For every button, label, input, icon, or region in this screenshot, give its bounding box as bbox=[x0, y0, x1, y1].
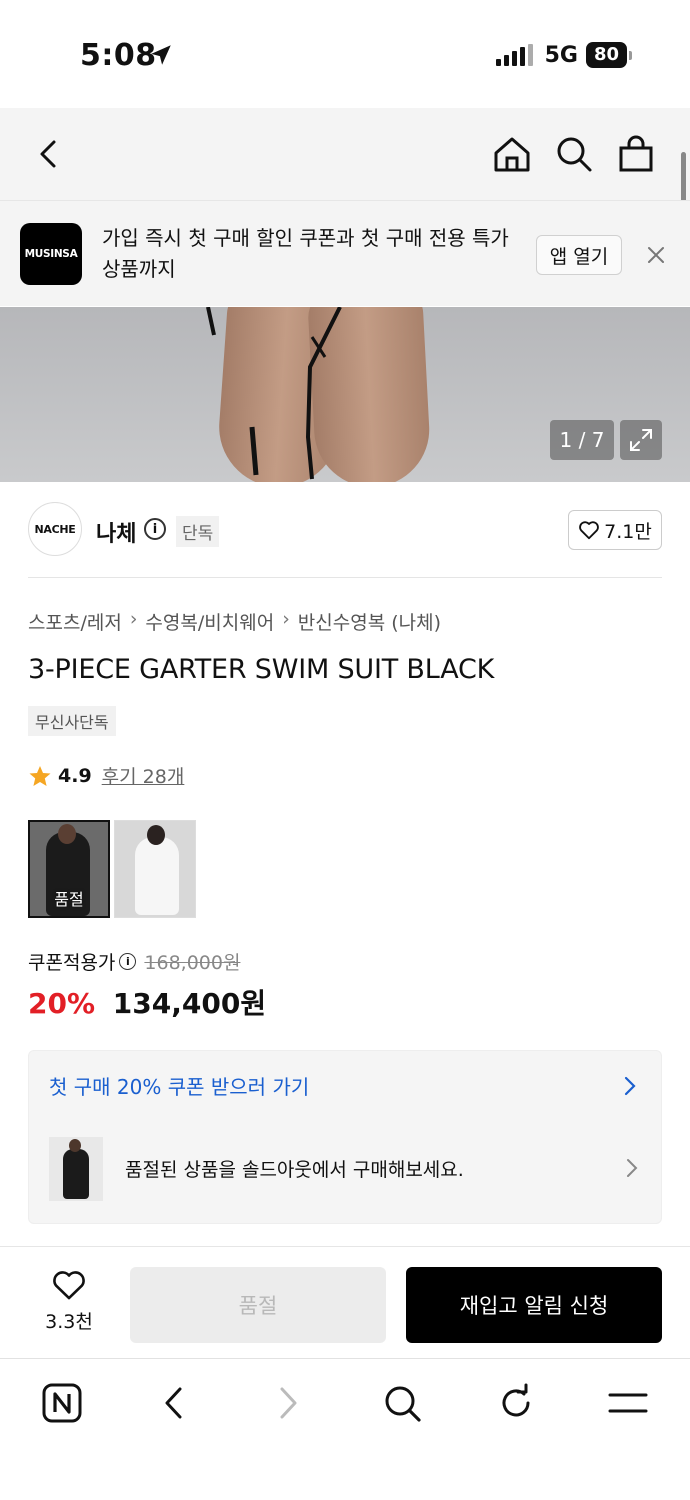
soldout-overlay: 품절 bbox=[54, 890, 84, 909]
price-label-row: 쿠폰적용가 i 168,000원 bbox=[28, 948, 240, 975]
original-price: 168,000원 bbox=[144, 952, 241, 974]
search-icon[interactable] bbox=[380, 1381, 424, 1425]
shopping-bag-icon[interactable] bbox=[616, 134, 656, 174]
color-option-white[interactable] bbox=[114, 820, 196, 918]
chevron-right-icon bbox=[625, 1157, 639, 1183]
location-arrow-icon bbox=[151, 45, 171, 65]
menu-icon[interactable] bbox=[606, 1381, 650, 1425]
close-icon[interactable] bbox=[644, 243, 668, 267]
open-app-button[interactable]: 앱 열기 bbox=[536, 235, 622, 275]
rating: 4.9 후기 28개 bbox=[28, 762, 184, 789]
reviews-link[interactable]: 후기 28개 bbox=[102, 762, 185, 789]
brand-name[interactable]: 나체 bbox=[96, 516, 136, 548]
nav-actions bbox=[492, 134, 656, 174]
price-row: 20% 134,400원 bbox=[28, 982, 266, 1022]
brand-logo[interactable]: NACHE bbox=[28, 502, 82, 556]
soldout-button[interactable]: 품절 bbox=[130, 1267, 386, 1343]
purchase-bar: 3.3천 품절 재입고 알림 신청 bbox=[0, 1246, 690, 1358]
final-price: 134,400원 bbox=[112, 987, 267, 1020]
chevron-right-icon: › bbox=[129, 608, 138, 630]
breadcrumb-item[interactable]: 수영복/비치웨어 bbox=[145, 608, 274, 635]
discount-rate: 20% bbox=[28, 987, 96, 1020]
coupon-price-label: 쿠폰적용가 bbox=[28, 952, 116, 974]
heart-icon bbox=[53, 1271, 85, 1300]
app-banner: MUSINSA 가입 즉시 첫 구매 할인 쿠폰과 첫 구매 전용 특가 상품까… bbox=[0, 200, 690, 306]
exclusive-tag: 무신사단독 bbox=[28, 706, 116, 736]
signal-icon bbox=[495, 44, 533, 66]
top-nav bbox=[0, 108, 690, 200]
breadcrumb: 스포츠/레저 › 수영복/비치웨어 › 반신수영복 (나체) bbox=[28, 608, 441, 635]
brand-like-button[interactable]: 7.1만 bbox=[568, 510, 662, 550]
product-image[interactable]: 1 / 7 bbox=[0, 307, 690, 482]
battery-level: 80 bbox=[585, 42, 627, 68]
brand-exclusive-tag: 단독 bbox=[176, 516, 220, 547]
info-icon[interactable]: i bbox=[144, 518, 166, 540]
brand-row: NACHE 나체 i 단독 7.1만 bbox=[28, 502, 662, 578]
image-counter: 1 / 7 bbox=[550, 420, 614, 460]
refresh-icon[interactable] bbox=[494, 1381, 538, 1425]
soldout-market-link[interactable]: 품절된 상품을 솔드아웃에서 구매해보세요. bbox=[49, 1135, 643, 1203]
rating-score: 4.9 bbox=[58, 764, 92, 787]
garter-strap bbox=[206, 307, 342, 480]
breadcrumb-item[interactable]: 반신수영복 (나체) bbox=[298, 608, 441, 635]
chevron-right-icon: › bbox=[282, 608, 290, 630]
home-icon[interactable] bbox=[492, 134, 532, 174]
status-bar: 5:08 5G 80 bbox=[0, 0, 690, 108]
wishlist-button[interactable]: 3.3천 bbox=[36, 1269, 102, 1334]
color-option-black[interactable]: 품절 bbox=[28, 820, 110, 918]
status-time: 5:08 bbox=[80, 38, 157, 73]
star-icon bbox=[29, 765, 51, 786]
battery-icon: 80 bbox=[585, 42, 632, 68]
back-icon[interactable] bbox=[152, 1381, 196, 1425]
heart-icon bbox=[579, 521, 599, 540]
wishlist-count: 3.3천 bbox=[45, 1311, 93, 1333]
forward-icon[interactable] bbox=[266, 1381, 310, 1425]
expand-icon[interactable] bbox=[620, 420, 662, 460]
info-icon[interactable]: i bbox=[119, 953, 137, 970]
search-icon[interactable] bbox=[554, 134, 594, 174]
browser-toolbar bbox=[0, 1358, 690, 1500]
brand-like-count: 7.1만 bbox=[604, 520, 652, 543]
first-purchase-coupon-link[interactable]: 첫 구매 20% 쿠폰 받으러 가기 bbox=[49, 1071, 309, 1100]
promo-box: 첫 구매 20% 쿠폰 받으러 가기 품절된 상품을 솔드아웃에서 구매해보세요… bbox=[28, 1050, 662, 1224]
naver-icon[interactable] bbox=[40, 1381, 84, 1425]
restock-alert-button[interactable]: 재입고 알림 신청 bbox=[406, 1267, 662, 1343]
breadcrumb-item[interactable]: 스포츠/레저 bbox=[28, 608, 122, 635]
soldout-market-text: 품절된 상품을 솔드아웃에서 구매해보세요. bbox=[125, 1159, 464, 1181]
product-title: 3-PIECE GARTER SWIM SUIT BLACK bbox=[28, 654, 495, 685]
status-indicators: 5G 80 bbox=[495, 42, 632, 68]
banner-text: 가입 즉시 첫 구매 할인 쿠폰과 첫 구매 전용 특가 상품까지 bbox=[102, 226, 509, 281]
musinsa-logo: MUSINSA bbox=[20, 223, 82, 285]
network-type: 5G bbox=[544, 42, 578, 68]
soldout-thumbnail bbox=[49, 1137, 103, 1201]
back-icon[interactable] bbox=[28, 134, 68, 174]
chevron-right-icon[interactable] bbox=[623, 1075, 637, 1101]
